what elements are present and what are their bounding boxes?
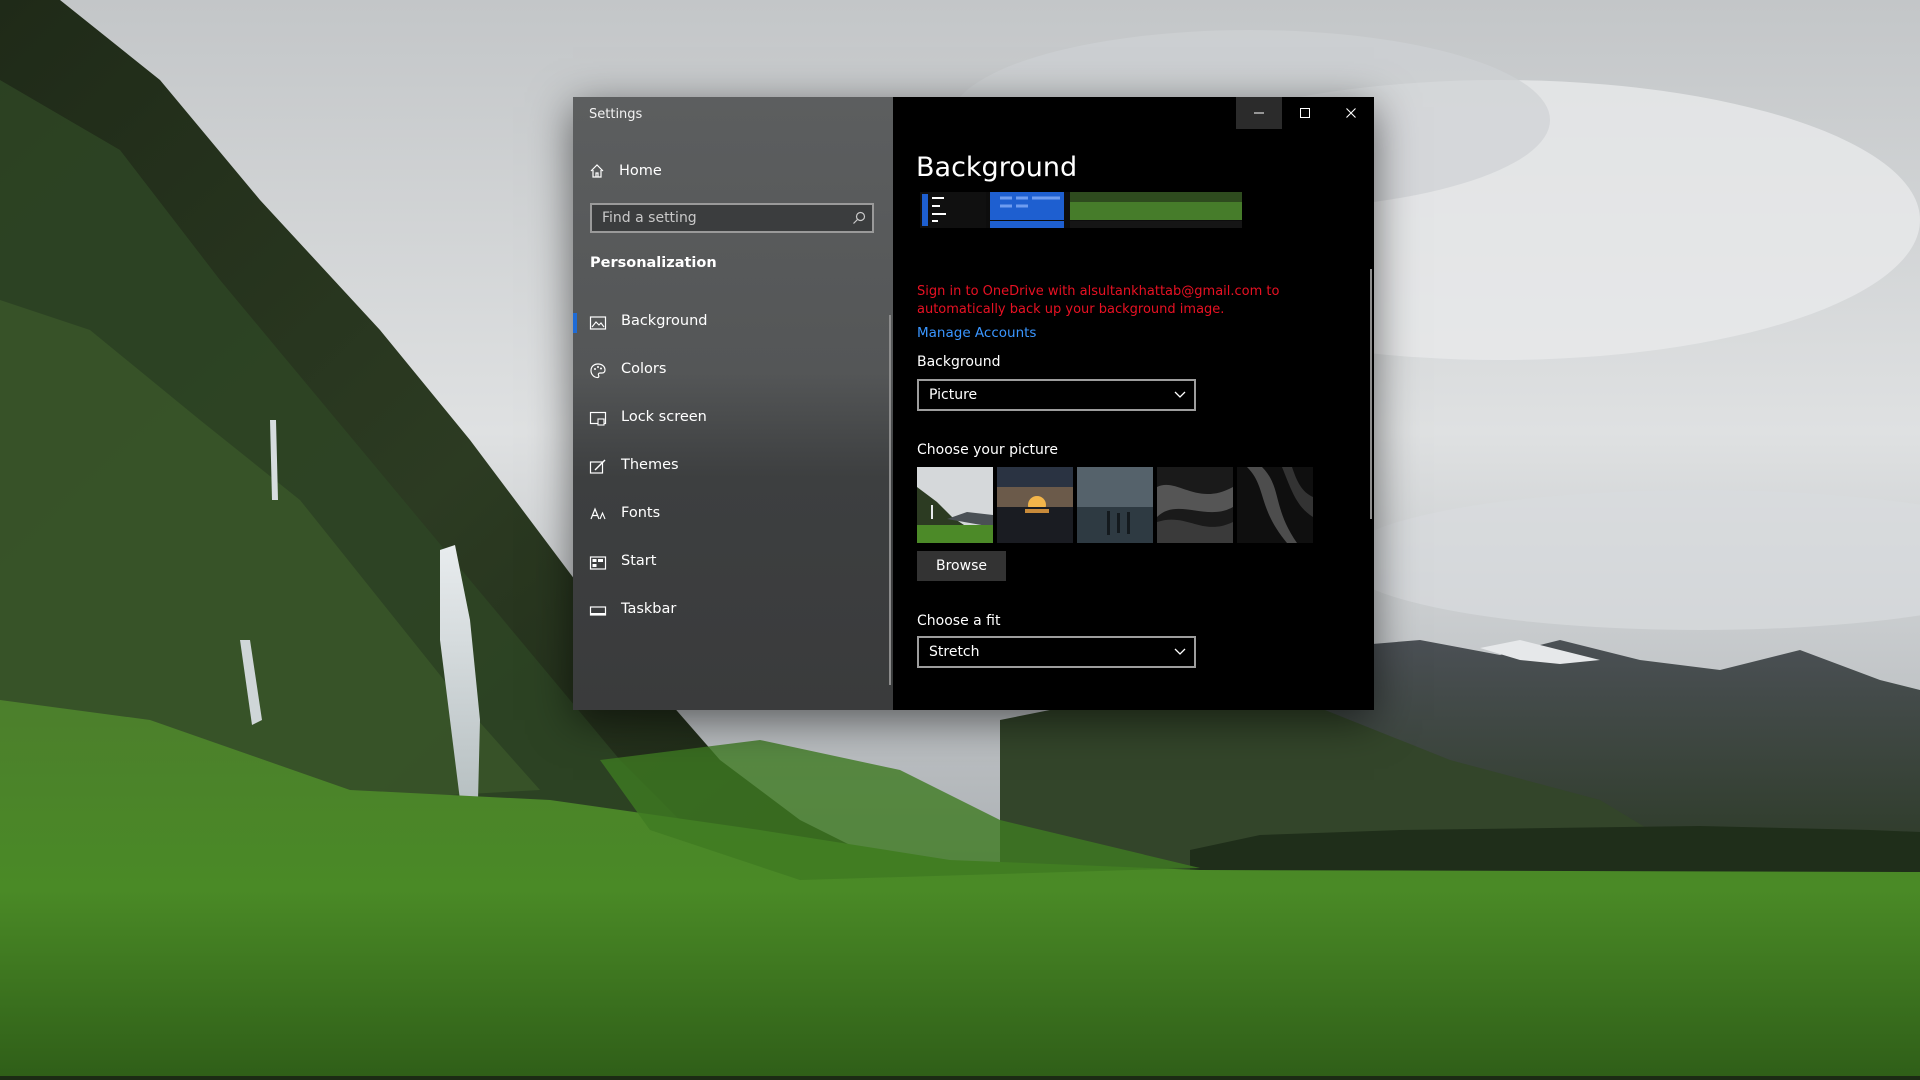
settings-window: Settings Home Find a setting Personaliza… [573, 97, 1374, 710]
picture-thumbnail[interactable] [917, 467, 993, 543]
maximize-icon [1300, 108, 1310, 118]
background-type-label: Background [917, 354, 1001, 370]
sidebar-item-label: Start [621, 553, 657, 569]
palette-icon [590, 363, 606, 379]
nav-scrollbar[interactable] [889, 315, 891, 685]
nav-list: Background Colors Lock screen Themes Fon… [573, 299, 893, 635]
start-icon [589, 556, 607, 570]
background-preview [920, 192, 1242, 228]
picture-thumbnail[interactable] [1237, 467, 1313, 543]
search-input[interactable]: Find a setting [590, 203, 874, 233]
sidebar-item-fonts[interactable]: Fonts [573, 491, 893, 539]
dropdown-value: Stretch [929, 644, 980, 660]
section-title: Personalization [590, 255, 717, 271]
background-type-dropdown[interactable]: Picture [917, 379, 1196, 411]
browse-button[interactable]: Browse [917, 551, 1006, 581]
background-icon [589, 316, 607, 330]
home-icon [590, 164, 604, 178]
content-scrollbar[interactable] [1370, 269, 1372, 519]
window-title: Settings [589, 107, 643, 122]
sidebar-item-label: Colors [621, 361, 667, 377]
sidebar-item-start[interactable]: Start [573, 539, 893, 587]
minimize-button[interactable] [1236, 97, 1282, 129]
content-pane: Background Sign in to OneDrive with alsu… [893, 97, 1374, 710]
sidebar-item-lock-screen[interactable]: Lock screen [573, 395, 893, 443]
sidebar-item-label: Taskbar [621, 601, 677, 617]
lock-screen-icon [589, 411, 607, 426]
selection-indicator [573, 313, 577, 333]
sidebar-item-label: Fonts [621, 505, 661, 521]
picture-thumbnail[interactable] [1077, 467, 1153, 543]
close-button[interactable] [1328, 97, 1374, 129]
home-label: Home [619, 163, 662, 179]
taskbar-icon [589, 606, 607, 616]
sidebar-item-label: Lock screen [621, 409, 707, 425]
dropdown-value: Picture [929, 387, 978, 403]
search-placeholder: Find a setting [602, 210, 697, 226]
maximize-button[interactable] [1282, 97, 1328, 129]
home-nav-item[interactable]: Home [589, 159, 662, 183]
sidebar-item-colors[interactable]: Colors [573, 347, 893, 395]
picture-thumbnail[interactable] [997, 467, 1073, 543]
sidebar-item-taskbar[interactable]: Taskbar [573, 587, 893, 635]
chevron-down-icon [1174, 391, 1186, 398]
manage-accounts-link[interactable]: Manage Accounts [917, 325, 1036, 341]
chevron-down-icon [1174, 648, 1186, 655]
close-icon [1346, 108, 1356, 118]
sidebar-item-label: Background [621, 313, 708, 329]
picture-thumbnails [917, 467, 1317, 543]
onedrive-signin-message: Sign in to OneDrive with alsultankhattab… [917, 284, 1280, 317]
navigation-pane: Settings Home Find a setting Personaliza… [573, 97, 893, 710]
choose-picture-label: Choose your picture [917, 442, 1058, 458]
fit-dropdown[interactable]: Stretch [917, 636, 1196, 668]
choose-fit-label: Choose a fit [917, 613, 1001, 629]
minimize-icon [1254, 112, 1264, 114]
sidebar-item-background[interactable]: Background [573, 299, 893, 347]
fonts-icon [590, 507, 606, 520]
search-icon[interactable] [852, 211, 866, 225]
picture-thumbnail[interactable] [1157, 467, 1233, 543]
themes-icon [589, 459, 606, 474]
page-title: Background [916, 152, 1078, 183]
sidebar-item-label: Themes [621, 457, 679, 473]
sidebar-item-themes[interactable]: Themes [573, 443, 893, 491]
